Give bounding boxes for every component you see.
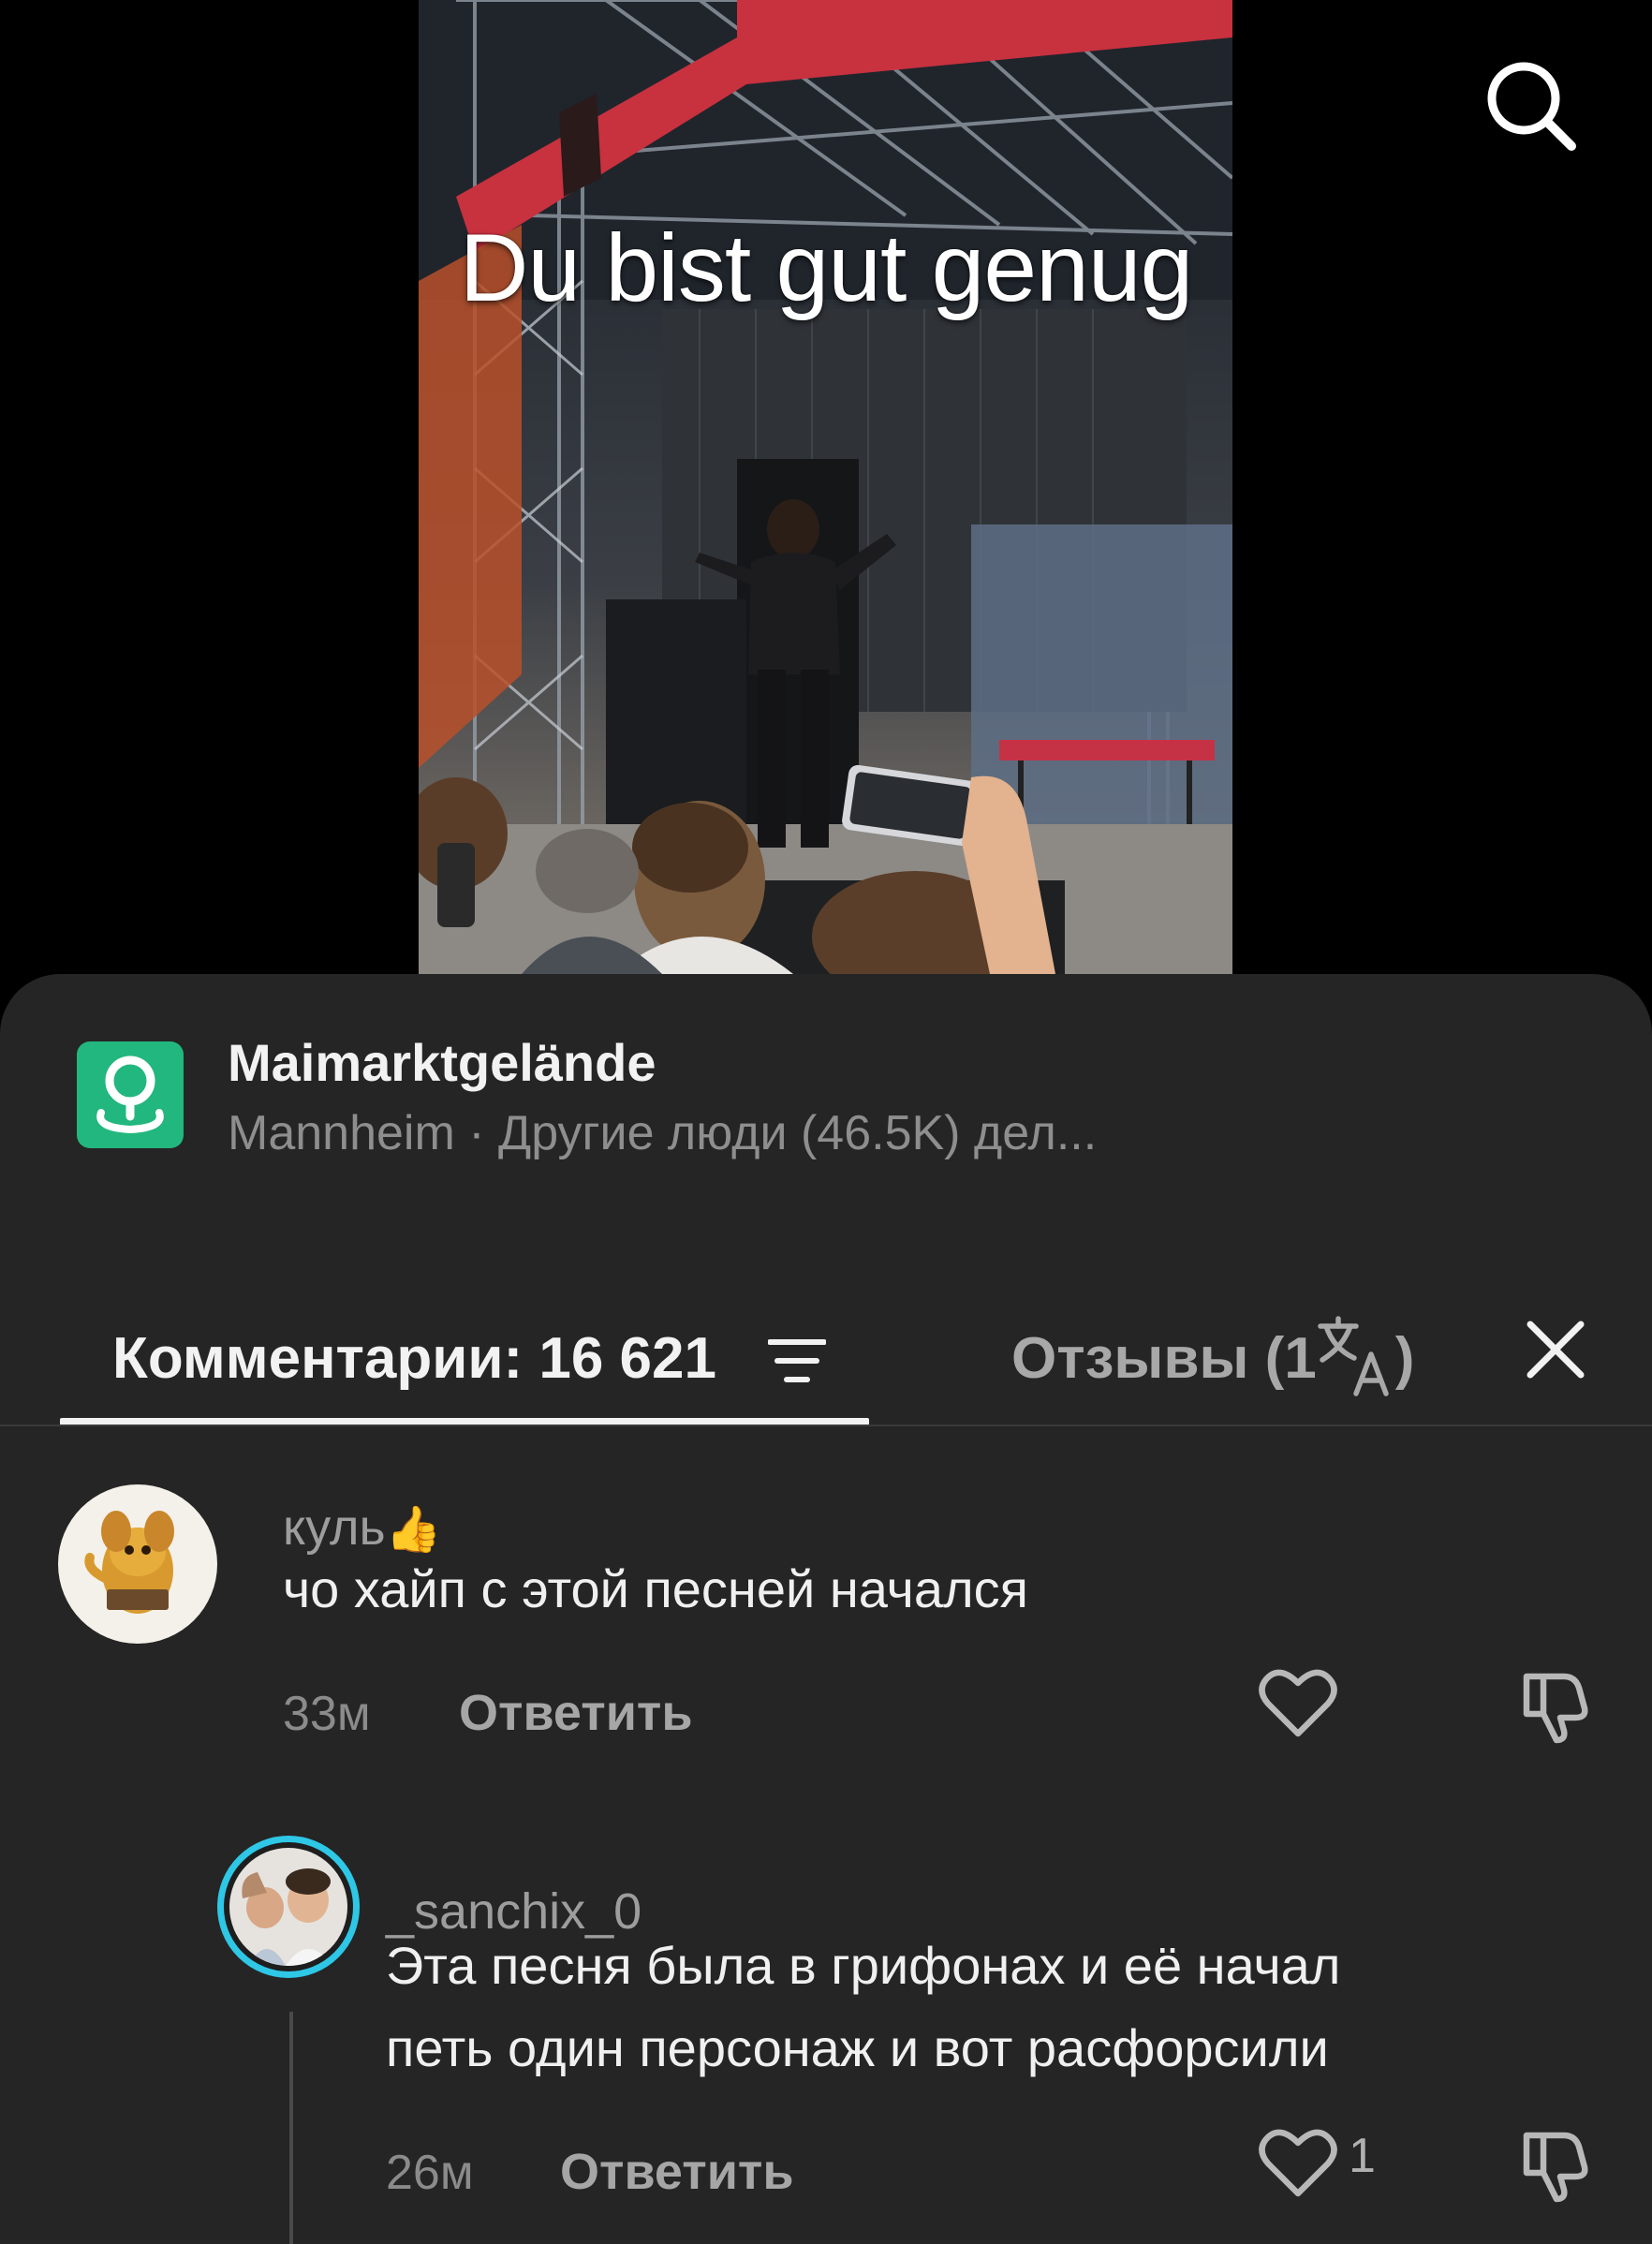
location-name: Maimarktgelände bbox=[228, 1033, 656, 1092]
comments-sheet: Maimarktgelände Mannheim · Другие люди (… bbox=[0, 974, 1652, 2244]
video-player[interactable]: Du bist gut genug bbox=[0, 0, 1652, 983]
video-caption-overlay: Du bist gut genug bbox=[459, 214, 1194, 321]
comment-text: чо хайп с этой песней начался bbox=[283, 1559, 1029, 1618]
close-icon[interactable] bbox=[1525, 1319, 1586, 1380]
sort-icon[interactable] bbox=[767, 1335, 827, 1387]
search-icon[interactable] bbox=[1480, 54, 1583, 157]
avatar[interactable] bbox=[58, 1484, 217, 1644]
dislike-icon[interactable] bbox=[1517, 2124, 1596, 2203]
video-frame bbox=[419, 0, 1232, 974]
reply-thread-line bbox=[289, 2012, 293, 2244]
tab-reviews-label: Отзывы (1 bbox=[1011, 1326, 1317, 1391]
concert-stage-image bbox=[419, 0, 1232, 974]
like-heart-icon[interactable] bbox=[1259, 1666, 1337, 1741]
dislike-icon[interactable] bbox=[1517, 1665, 1596, 1744]
like-heart-icon[interactable] bbox=[1259, 2126, 1337, 2201]
translate-icon[interactable] bbox=[1313, 1313, 1399, 1399]
like-count: 1 bbox=[1349, 2129, 1376, 2183]
avatar[interactable] bbox=[217, 1836, 360, 1978]
location-pin-icon bbox=[77, 1041, 184, 1148]
reply-button[interactable]: Ответить bbox=[459, 1684, 693, 1742]
tab-comments[interactable]: Комментарии: 16 621 bbox=[112, 1325, 716, 1392]
location-row[interactable]: Maimarktgelände Mannheim · Другие люди (… bbox=[0, 974, 1652, 1180]
comment-timestamp: 26м bbox=[386, 2146, 474, 2200]
comment-timestamp: 33м bbox=[283, 1687, 371, 1741]
location-subtitle: Mannheim · Другие люди (46.5K) дел... bbox=[228, 1106, 1098, 1160]
comment-text-line-1: Эта песня была в грифонах и её начал bbox=[386, 1936, 1341, 1995]
comment-text-line-2: петь один персонаж и вот расфорсили bbox=[386, 2018, 1329, 2077]
tabs-divider bbox=[0, 1425, 1652, 1426]
reply-button[interactable]: Ответить bbox=[560, 2143, 794, 2201]
comment-tabs: Комментарии: 16 621 Отзывы (1) bbox=[0, 1255, 1652, 1425]
